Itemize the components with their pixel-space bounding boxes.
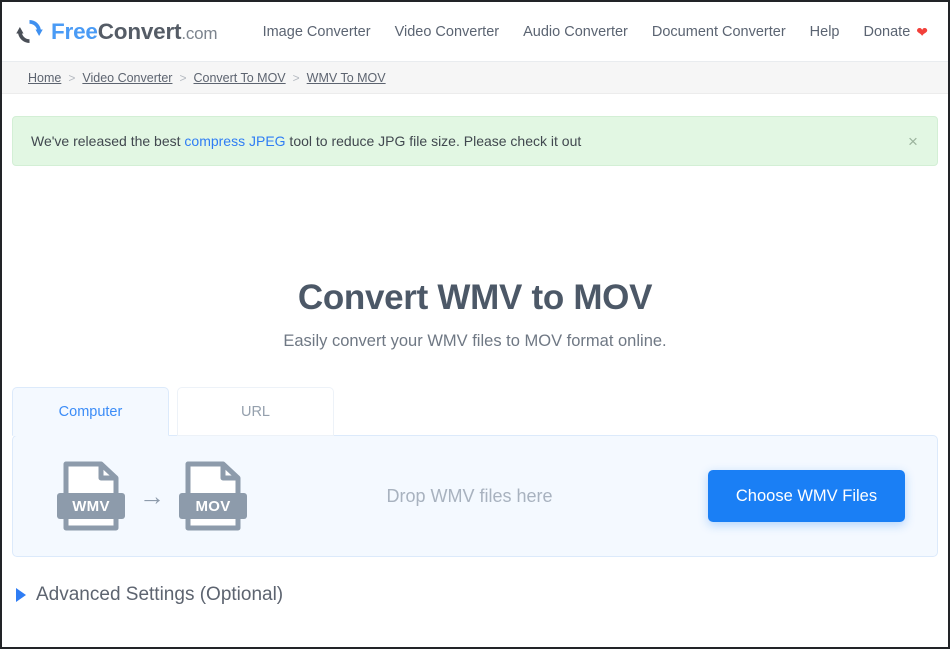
nav-label: Video Converter — [394, 23, 500, 40]
announcement-text: We've released the best compress JPEG to… — [31, 132, 581, 150]
announcement-text-before: We've released the best — [31, 132, 185, 149]
choose-files-button[interactable]: Choose WMV Files — [708, 470, 905, 522]
breadcrumb-item-video-converter[interactable]: Video Converter — [82, 71, 172, 85]
breadcrumb: Home > Video Converter > Convert To MOV … — [2, 62, 948, 94]
nav-label: Donate — [863, 23, 911, 40]
hero-section: Convert WMV to MOV Easily convert your W… — [2, 166, 948, 351]
nav-label: Audio Converter — [523, 23, 628, 40]
alert-region: We've released the best compress JPEG to… — [2, 94, 948, 166]
tab-computer[interactable]: Computer — [12, 387, 169, 436]
format-conversion-graphic: WMV → MOV — [57, 461, 247, 531]
logo-text-free: Free — [51, 18, 98, 44]
browser-page: FreeConvert.com Image Converter Video Co… — [0, 0, 950, 649]
breadcrumb-item-wmv-to-mov[interactable]: WMV To MOV — [307, 71, 386, 85]
advanced-settings-toggle[interactable]: Advanced Settings (Optional) — [16, 584, 283, 606]
main-nav: Image Converter Video Converter Audio Co… — [251, 18, 932, 46]
site-logo[interactable]: FreeConvert.com — [16, 18, 218, 45]
converter-card: Computer URL WMV → MOV Drop WMV files he… — [12, 387, 938, 557]
nav-item-help[interactable]: Help — [798, 18, 852, 46]
source-tabs: Computer URL — [12, 387, 938, 436]
nav-label: Help — [809, 23, 840, 40]
file-dropzone[interactable]: WMV → MOV Drop WMV files here Choose WMV… — [12, 435, 938, 557]
nav-item-document-converter[interactable]: Document Converter — [640, 18, 798, 46]
source-file-icon: WMV — [57, 461, 125, 531]
advanced-settings-label: Advanced Settings (Optional) — [36, 584, 284, 605]
arrow-right-icon: → — [139, 481, 165, 511]
breadcrumb-separator: > — [68, 70, 76, 85]
nav-item-video-converter[interactable]: Video Converter — [383, 18, 512, 46]
page-title: Convert WMV to MOV — [297, 278, 653, 317]
target-file-icon: MOV — [179, 461, 247, 531]
source-format-label: WMV — [57, 493, 125, 519]
tab-url[interactable]: URL — [177, 387, 334, 436]
nav-label: Document Converter — [651, 23, 786, 40]
caret-right-icon — [16, 588, 26, 602]
breadcrumb-separator: > — [292, 70, 300, 85]
site-logo-text: FreeConvert.com — [51, 18, 218, 45]
heart-icon: ❤ — [916, 23, 928, 40]
nav-item-donate[interactable]: Donate ❤ — [852, 18, 933, 46]
page-subtitle: Easily convert your WMV files to MOV for… — [283, 332, 667, 350]
breadcrumb-item-home[interactable]: Home — [28, 71, 61, 85]
nav-item-audio-converter[interactable]: Audio Converter — [511, 18, 640, 46]
nav-item-image-converter[interactable]: Image Converter — [251, 18, 383, 46]
logo-text-convert: Convert — [97, 18, 182, 44]
nav-label: Image Converter — [262, 23, 371, 40]
site-header: FreeConvert.com Image Converter Video Co… — [2, 2, 948, 62]
logo-text-com: .com — [181, 23, 218, 43]
breadcrumb-item-convert-to-mov[interactable]: Convert To MOV — [193, 71, 285, 85]
close-icon[interactable]: × — [903, 131, 923, 151]
dropzone-hint: Drop WMV files here — [386, 485, 553, 506]
breadcrumb-separator: > — [179, 70, 187, 85]
announcement-banner: We've released the best compress JPEG to… — [12, 116, 938, 166]
refresh-cycle-icon — [16, 18, 43, 45]
announcement-text-after: tool to reduce JPG file size. Please che… — [285, 132, 582, 149]
target-format-label: MOV — [179, 493, 247, 519]
compress-jpeg-link[interactable]: compress JPEG — [184, 133, 285, 149]
